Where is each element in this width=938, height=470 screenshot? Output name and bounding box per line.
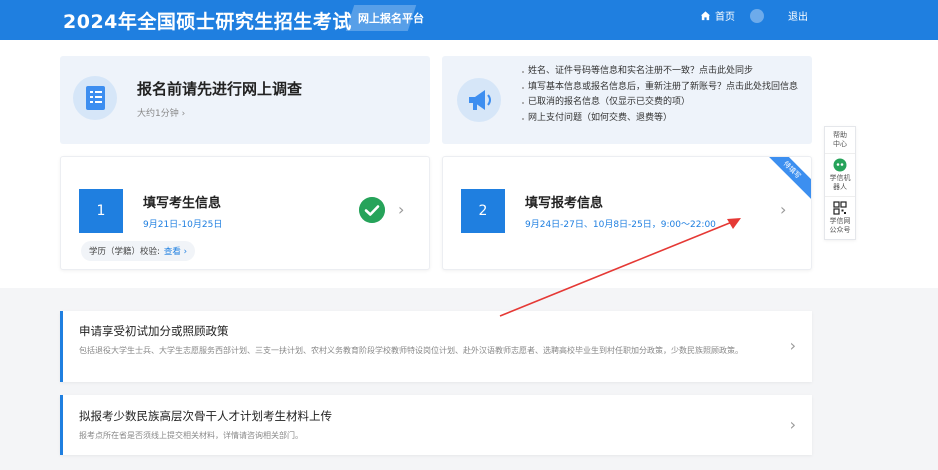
survey-list-icon (86, 86, 105, 110)
step-title: 填写考生信息 (143, 196, 222, 211)
step-date: 9月24日-27日、10月8日-25日，9:00～22:00 (525, 220, 716, 230)
chevron-right-icon[interactable]: › (790, 417, 796, 433)
policy-card-minority-plan[interactable]: 拟报考少数民族高层次骨干人才计划考生材料上传 报考点所在省是否须线上提交相关材料… (60, 395, 812, 455)
qr-code-icon (833, 201, 847, 215)
notice-item[interactable]: 填写基本信息或报名信息后，重新注册了新账号？点击此处找回信息 (522, 80, 798, 96)
survey-duration-link[interactable]: 大约1分钟 › (137, 106, 185, 119)
robot-icon (833, 158, 847, 172)
wechat-label: 学信网公众号 (829, 217, 851, 234)
top-navbar: 2024年全国硕士研究生招生考试 网上报名平台 首页 退出 (0, 0, 938, 40)
notice-circle (457, 78, 501, 122)
survey-title: 报名前请先进行网上调查 (137, 80, 303, 98)
notice-item[interactable]: 姓名、证件号码等信息和实名注册不一致？点击此处同步 (522, 64, 798, 80)
survey-circle (73, 76, 117, 120)
status-ribbon: 待填写 (762, 157, 811, 200)
megaphone-icon (469, 90, 491, 110)
step-number: 1 (79, 189, 123, 233)
nav-home-link[interactable]: 首页 (700, 8, 735, 23)
home-icon (700, 11, 711, 21)
step-number: 2 (461, 189, 505, 233)
notice-card: 姓名、证件号码等信息和实名注册不一致？点击此处同步 填写基本信息或报名信息后，重… (442, 56, 812, 144)
site-title: 2024年全国硕士研究生招生考试 (63, 11, 352, 33)
policy-title: 申请享受初试加分或照顾政策 (79, 324, 229, 338)
check-circle-icon (359, 197, 385, 223)
platform-label: 网上报名平台 (358, 12, 424, 25)
logout-link[interactable]: 退出 (788, 8, 808, 23)
chevron-right-icon[interactable]: › (780, 202, 786, 218)
notice-item[interactable]: 网上支付问题（如何交费、退费等） (522, 111, 798, 127)
education-verify-row: 学历（学籍）校验: 查看 › (81, 241, 195, 261)
user-avatar-icon[interactable] (750, 9, 764, 23)
verify-label: 学历（学籍）校验: (89, 247, 160, 257)
step-title: 填写报考信息 (525, 196, 604, 211)
policy-description: 报考点所在省是否须线上提交相关材料，详情请咨询相关部门。 (79, 431, 303, 440)
floating-sidebar: 帮助中心 学信机器人 学信网公众号 (824, 126, 856, 240)
help-center-button[interactable]: 帮助中心 (825, 127, 855, 154)
nav-home-label: 首页 (715, 12, 735, 23)
notice-list: 姓名、证件号码等信息和实名注册不一致？点击此处同步 填写基本信息或报名信息后，重… (522, 64, 798, 126)
wechat-qr-button[interactable]: 学信网公众号 (825, 197, 855, 239)
policy-card-bonus[interactable]: 申请享受初试加分或照顾政策 包括退役大学生士兵、大学生志愿服务西部计划、三支一扶… (60, 311, 812, 382)
step-date: 9月21日-10月25日 (143, 220, 223, 230)
policy-title: 拟报考少数民族高层次骨干人才计划考生材料上传 (79, 409, 332, 423)
step-card-student-info[interactable]: 1 填写考生信息 9月21日-10月25日 › 学历（学籍）校验: 查看 › (60, 156, 430, 270)
notice-item[interactable]: 已取消的报名信息（仅显示已交费的项） (522, 95, 798, 111)
verify-view-link[interactable]: 查看 › (164, 245, 187, 257)
help-center-label: 帮助中心 (833, 131, 847, 148)
survey-card[interactable]: 报名前请先进行网上调查 大约1分钟 › (60, 56, 430, 144)
step-card-application-info[interactable]: 待填写 2 填写报考信息 9月24日-27日、10月8日-25日，9:00～22… (442, 156, 812, 270)
policy-description: 包括退役大学生士兵、大学生志愿服务西部计划、三支一扶计划、农村义务教育阶段学校教… (79, 346, 743, 355)
robot-button[interactable]: 学信机器人 (825, 154, 855, 197)
chevron-right-icon[interactable]: › (790, 338, 796, 354)
chevron-right-icon[interactable]: › (398, 202, 404, 218)
robot-label: 学信机器人 (829, 174, 851, 191)
